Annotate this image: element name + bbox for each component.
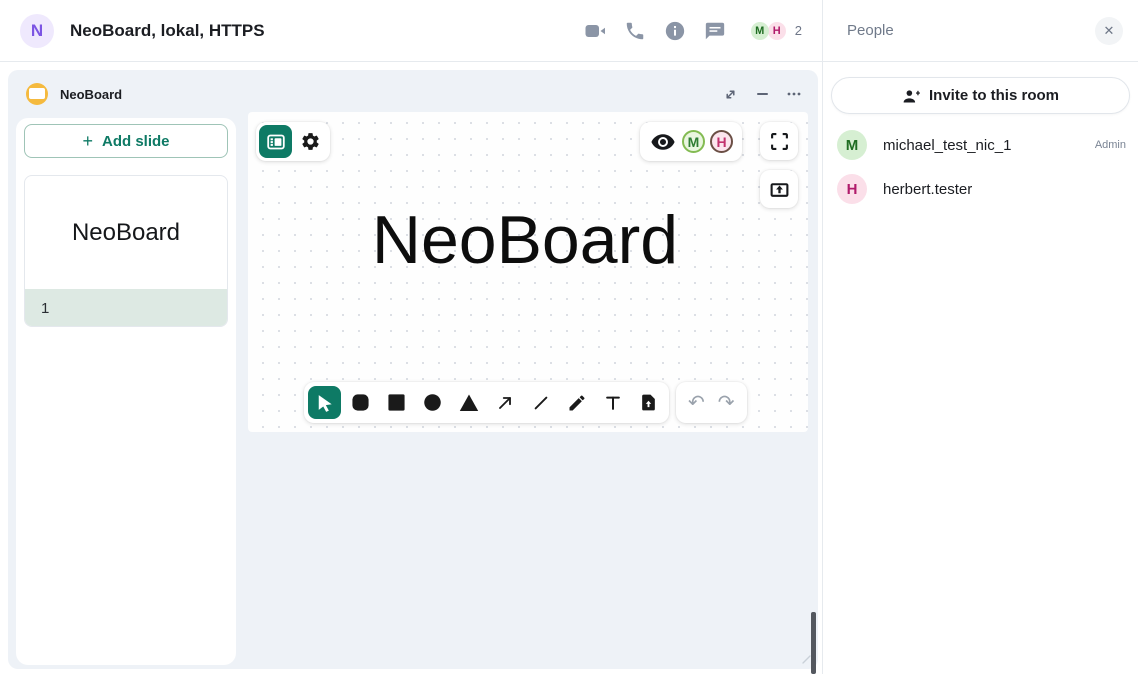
collaborator-avatar-letter: H [716, 134, 726, 150]
invite-button-label: Invite to this room [929, 87, 1059, 104]
slide-thumbnail[interactable]: NeoBoard 1 [24, 175, 228, 327]
collaborator-avatar[interactable]: H [710, 130, 733, 153]
more-options-icon [786, 86, 802, 102]
triangle-tool[interactable] [452, 386, 485, 419]
file-upload-icon [639, 393, 658, 412]
cursor-icon [315, 393, 335, 413]
add-slide-button[interactable]: + Add slide [24, 124, 228, 158]
presentation-view-button[interactable] [649, 128, 677, 156]
widget-title: NeoBoard [60, 87, 122, 102]
voice-call-icon [624, 20, 646, 42]
member-avatar: H [837, 174, 867, 204]
add-slide-label: Add slide [102, 133, 170, 150]
undo-icon: ↶ [688, 392, 705, 414]
canvas-top-left-toolbar [256, 122, 330, 161]
toggle-slides-panel-button[interactable] [259, 125, 292, 158]
upload-icon [769, 179, 790, 200]
close-icon: ✕ [1104, 23, 1115, 39]
member-row[interactable]: H herbert.tester [823, 167, 1138, 211]
slides-panel: + Add slide NeoBoard 1 [16, 118, 236, 665]
participant-count: 2 [795, 23, 802, 38]
ellipse-tool[interactable] [416, 386, 449, 419]
info-icon [664, 20, 686, 42]
member-name: michael_test_nic_1 [883, 137, 1011, 154]
member-role-badge: Admin [1095, 139, 1126, 151]
vertical-scrollbar[interactable] [811, 612, 816, 674]
member-name: herbert.tester [883, 181, 972, 198]
collaborator-avatar-letter: M [688, 134, 700, 150]
board-text-element[interactable]: NeoBoard [372, 206, 678, 274]
rectangle-icon [387, 393, 406, 412]
chat-icon [704, 20, 726, 42]
facepile-avatar: M [751, 22, 769, 40]
arrow-icon [495, 393, 515, 413]
widget-expand-button[interactable] [722, 86, 738, 102]
slide-number: 1 [25, 289, 227, 327]
history-toolbar: ↶ ↷ [676, 382, 747, 423]
rectangle-tool[interactable] [380, 386, 413, 419]
settings-button[interactable] [294, 125, 327, 158]
undo-button[interactable]: ↶ [688, 393, 705, 413]
member-row[interactable]: M michael_test_nic_1 Admin [823, 123, 1138, 167]
arrow-tool[interactable] [488, 386, 521, 419]
member-list: M michael_test_nic_1 Admin H herbert.tes… [823, 123, 1138, 211]
room-title[interactable]: NeoBoard, lokal, HTTPS [70, 21, 265, 41]
triangle-icon [459, 393, 479, 413]
facepile-avatar: H [768, 22, 786, 40]
minimize-icon [757, 93, 768, 95]
gear-icon [300, 131, 321, 152]
widget-icon [26, 83, 48, 105]
pencil-icon [567, 393, 587, 413]
rounded-rectangle-tool[interactable] [344, 386, 377, 419]
facepile-avatar-letter: M [755, 25, 764, 37]
whiteboard-canvas[interactable]: NeoBoard M H [248, 112, 808, 432]
member-avatar: M [837, 130, 867, 160]
room-avatar: N [20, 14, 54, 48]
eye-icon [650, 129, 676, 155]
video-call-icon [583, 19, 607, 43]
member-avatar-letter: H [847, 181, 858, 198]
widget-more-options-button[interactable] [786, 86, 802, 102]
plus-icon: + [82, 132, 93, 150]
neoboard-widget: NeoBoard + Add slide NeoBoard 1 NeoBoard [8, 70, 818, 669]
person-add-icon [902, 87, 920, 105]
invite-to-room-button[interactable]: Invite to this room [831, 77, 1130, 114]
text-icon [603, 393, 623, 413]
slides-panel-icon [266, 132, 286, 152]
collaborator-avatar[interactable]: M [682, 130, 705, 153]
rounded-rectangle-icon [351, 393, 370, 412]
text-tool[interactable] [596, 386, 629, 419]
widget-header: NeoBoard [8, 70, 818, 118]
participants-facepile[interactable]: M H 2 [751, 22, 802, 40]
video-call-button[interactable] [583, 19, 607, 43]
member-avatar-letter: M [846, 137, 859, 154]
drawing-toolbar [304, 382, 669, 423]
chat-button[interactable] [703, 19, 727, 43]
import-image-tool[interactable] [632, 386, 665, 419]
expand-icon [723, 87, 738, 102]
pencil-tool[interactable] [560, 386, 593, 419]
select-tool[interactable] [308, 386, 341, 419]
voice-call-button[interactable] [623, 19, 647, 43]
room-info-button[interactable] [663, 19, 687, 43]
slide-preview-text: NeoBoard [25, 176, 227, 289]
line-tool[interactable] [524, 386, 557, 419]
export-board-button[interactable] [760, 170, 798, 208]
room-avatar-letter: N [31, 21, 43, 41]
close-people-panel-button[interactable]: ✕ [1095, 17, 1123, 45]
circle-icon [423, 393, 442, 412]
redo-button[interactable]: ↷ [718, 393, 735, 413]
people-panel: People ✕ Invite to this room M michael_t… [822, 0, 1138, 674]
line-icon [531, 393, 551, 413]
fullscreen-button[interactable] [760, 122, 798, 160]
people-panel-title: People [847, 22, 894, 39]
fullscreen-icon [770, 132, 789, 151]
redo-icon: ↷ [718, 392, 735, 414]
room-header: N NeoBoard, lokal, HTTPS M H 2 [0, 0, 822, 62]
presence-toolbar: M H [640, 122, 742, 161]
widget-minimize-button[interactable] [754, 86, 770, 102]
facepile-avatar-letter: H [773, 25, 781, 37]
